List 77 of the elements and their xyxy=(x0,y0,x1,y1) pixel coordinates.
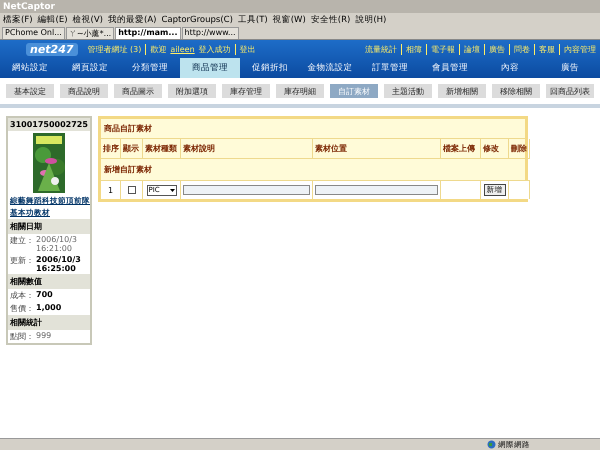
order-cell: 1 xyxy=(101,181,121,199)
header-link[interactable]: 內容管理 xyxy=(559,44,596,55)
sub-tab[interactable]: 庫存管理 xyxy=(222,84,270,98)
window-title: NetCaptor xyxy=(0,0,600,13)
field-value: 1,000 xyxy=(36,303,62,314)
menu-item[interactable]: CaptorGroups(C) xyxy=(161,15,233,25)
column-header: 素材位置 xyxy=(313,139,441,159)
section-title: 相關日期 xyxy=(8,219,90,234)
header-link[interactable]: 廣告 xyxy=(484,44,505,55)
column-header: 刪除 xyxy=(509,139,530,159)
panel-title: 商品自訂素材 xyxy=(101,119,525,139)
column-header: 素材種類 xyxy=(143,139,181,159)
sub-tab[interactable]: 商品說明 xyxy=(60,84,108,98)
section-title: 相關數值 xyxy=(8,274,90,289)
column-header: 修改 xyxy=(481,139,509,159)
field-value: 2006/10/3 16:21:00 xyxy=(36,235,78,253)
menu-item[interactable]: 安全性(R) xyxy=(310,14,350,26)
menu-item[interactable]: 檔案(F) xyxy=(3,14,33,26)
section-title: 相關統計 xyxy=(8,315,90,330)
show-checkbox[interactable] xyxy=(128,186,136,194)
description-input[interactable] xyxy=(183,185,310,195)
menu-item[interactable]: 檢視(V) xyxy=(72,14,103,26)
logo: net247 xyxy=(26,43,78,56)
field-value: 999 xyxy=(36,331,52,342)
sub-tab[interactable]: 附加選項 xyxy=(168,84,216,98)
browser-tab[interactable]: http://mam... xyxy=(115,27,181,39)
nav-tab[interactable]: 分類管理 xyxy=(120,58,180,78)
dropdown-arrow-icon xyxy=(168,186,176,194)
field-label: 建立： xyxy=(10,235,34,247)
welcome-text: 歡迎 xyxy=(145,44,166,55)
nav-tab[interactable]: 會員管理 xyxy=(420,58,480,78)
globe-icon xyxy=(487,440,496,449)
header-link[interactable]: 流量統計 xyxy=(365,44,397,55)
nav-tab[interactable]: 商品管理 xyxy=(180,58,240,78)
menu-item[interactable]: 說明(H) xyxy=(355,14,386,26)
header-link[interactable]: 問卷 xyxy=(509,44,530,55)
nav-tab[interactable]: 網頁設定 xyxy=(60,58,120,78)
logout-link[interactable]: 登出 xyxy=(234,44,256,55)
location-input[interactable] xyxy=(315,185,438,195)
sub-tab[interactable]: 商品圖示 xyxy=(114,84,162,98)
field-label: 更新： xyxy=(10,255,34,267)
sub-tab[interactable]: 移除相關 xyxy=(492,84,540,98)
column-header: 顯示 xyxy=(121,139,143,159)
field-label: 成本： xyxy=(10,290,34,301)
browser-tab[interactable]: http://www... xyxy=(182,27,239,39)
sub-tab[interactable]: 主題活動 xyxy=(384,84,432,98)
menu-item[interactable]: 工具(T) xyxy=(238,14,268,26)
sub-tab[interactable]: 基本設定 xyxy=(6,84,54,98)
field-value: 2006/10/3 16:25:00 xyxy=(36,255,82,273)
nav-tab[interactable]: 網站設定 xyxy=(0,58,60,78)
column-header: 素材說明 xyxy=(181,139,313,159)
header-link[interactable]: 客服 xyxy=(534,44,555,55)
browser-tab[interactable]: PChome Onl... xyxy=(2,27,65,39)
nav-tab[interactable]: 內容 xyxy=(480,58,540,78)
nav-tab[interactable]: 廣告 xyxy=(540,58,600,78)
login-status: 登入成功 xyxy=(198,44,231,55)
admin-link[interactable]: 管理者網址 (3) xyxy=(88,44,142,55)
header-link[interactable]: 相簿 xyxy=(401,44,422,55)
field-label: 售價： xyxy=(10,303,34,314)
menu-item[interactable]: 視窗(W) xyxy=(272,14,306,26)
sub-tab[interactable]: 庫存明細 xyxy=(276,84,324,98)
nav-tab[interactable]: 促銷折扣 xyxy=(240,58,300,78)
sub-tab[interactable]: 回商品列表 xyxy=(546,84,594,98)
field-label: 點閱： xyxy=(10,331,34,342)
nav-tab[interactable]: 金物流設定 xyxy=(300,58,360,78)
header-link[interactable]: 電子報 xyxy=(426,44,455,55)
browser-tab[interactable]: ㄚ~小薰*... xyxy=(66,27,114,39)
menu-item[interactable]: 我的最愛(A) xyxy=(108,14,156,26)
product-code: 31001750002725 xyxy=(8,118,90,131)
menu-item[interactable]: 編輯(E) xyxy=(38,14,68,26)
sub-tab[interactable]: 新增相關 xyxy=(438,84,486,98)
nav-tab[interactable]: 訂單管理 xyxy=(360,58,420,78)
user-link[interactable]: aileen xyxy=(170,45,195,54)
column-header: 排序 xyxy=(101,139,121,159)
column-header: 檔案上傳 xyxy=(441,139,481,159)
header-link[interactable]: 論壇 xyxy=(459,44,480,55)
field-value: 700 xyxy=(36,290,54,301)
